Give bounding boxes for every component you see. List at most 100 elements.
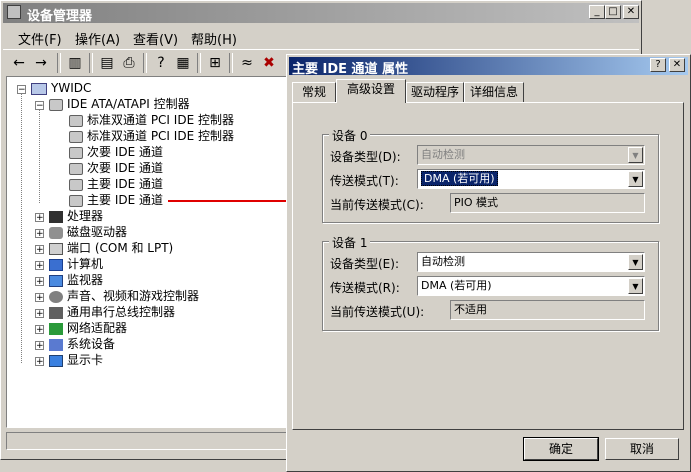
tab-general[interactable]: 常规: [292, 82, 336, 102]
tree-item-label: 次要 IDE 通道: [87, 145, 163, 159]
device-manager-title: 设备管理器: [27, 9, 93, 24]
help-button[interactable]: ?: [650, 58, 666, 72]
tree-category-ports[interactable]: 端口 (COM 和 LPT): [49, 240, 173, 256]
tree-item-ide-pci-2[interactable]: 标准双通道 PCI IDE 控制器: [69, 128, 234, 144]
view-icon[interactable]: ▦: [173, 53, 193, 73]
tree-category-usb[interactable]: 通用串行总线控制器: [49, 304, 175, 320]
tree-category-display[interactable]: 显示卡: [49, 352, 103, 368]
disk-drive-icon: [49, 226, 63, 239]
expand-root-toggle[interactable]: −: [17, 85, 26, 95]
device-manager-app-icon: [7, 5, 21, 19]
ide-channel-icon: [69, 114, 83, 127]
menu-action[interactable]: 操作(A): [75, 29, 120, 48]
ok-button[interactable]: 确定: [523, 437, 599, 461]
tree-root[interactable]: YWIDC: [31, 80, 91, 96]
tree-item-secondary-1[interactable]: 次要 IDE 通道: [69, 144, 163, 160]
expand-ide-toggle[interactable]: −: [35, 101, 44, 111]
tree-category-sound[interactable]: 声音、视频和游戏控制器: [49, 288, 199, 304]
tree-category-label: 计算机: [67, 257, 104, 271]
device1-mode-label: 传送模式(R):: [330, 281, 400, 295]
expand-toggle[interactable]: +: [35, 293, 44, 303]
device1-current-value: 不适用: [450, 300, 645, 320]
chevron-down-icon[interactable]: ▼: [628, 254, 643, 270]
expand-toggle[interactable]: +: [35, 357, 44, 367]
cancel-button[interactable]: 取消: [605, 438, 679, 460]
tree-item-label: 主要 IDE 通道: [87, 177, 163, 191]
tree-item-label: 标准双通道 PCI IDE 控制器: [87, 129, 234, 143]
tree-item-label: 主要 IDE 通道: [87, 193, 163, 207]
tree-category-monitor[interactable]: 监视器: [49, 272, 103, 288]
tab-advanced[interactable]: 高级设置: [336, 79, 406, 103]
usb-icon: [49, 306, 63, 319]
tree-item-primary-1[interactable]: 主要 IDE 通道: [69, 176, 163, 192]
ide-channel-icon: [69, 146, 83, 159]
tree-category-ide[interactable]: IDE ATA/ATAPI 控制器: [49, 96, 190, 112]
expand-toggle[interactable]: +: [35, 341, 44, 351]
dialog-title: 主要 IDE 通道 属性: [292, 62, 409, 77]
minimize-button[interactable]: _: [589, 5, 605, 19]
forward-arrow-icon[interactable]: →: [31, 53, 51, 73]
expand-toggle[interactable]: +: [35, 229, 44, 239]
tree-item-primary-2[interactable]: 主要 IDE 通道: [69, 192, 163, 208]
computer-icon: [31, 82, 47, 95]
tree-category-label: IDE ATA/ATAPI 控制器: [67, 97, 190, 111]
device0-group-label: 设备 0: [329, 127, 371, 144]
menu-view[interactable]: 查看(V): [133, 29, 178, 48]
computer-icon: [49, 258, 63, 271]
expand-toggle[interactable]: +: [35, 213, 44, 223]
tree-category-computer[interactable]: 计算机: [49, 256, 103, 272]
back-arrow-icon[interactable]: ←: [9, 53, 29, 73]
dialog-title-bar[interactable]: 主要 IDE 通道 属性 ? ✕: [289, 57, 688, 77]
device1-type-label: 设备类型(E):: [330, 257, 399, 271]
tree-category-label: 显示卡: [67, 353, 104, 367]
system-device-icon: [49, 338, 63, 351]
device0-type-value: 自动检测: [421, 148, 465, 161]
show-hide-tree-icon[interactable]: ▥: [65, 53, 85, 73]
device1-mode-value: DMA (若可用): [421, 279, 492, 292]
tab-driver[interactable]: 驱动程序: [406, 82, 464, 102]
expand-toggle[interactable]: +: [35, 309, 44, 319]
menu-help[interactable]: 帮助(H): [191, 29, 237, 48]
help-icon[interactable]: ?: [151, 53, 171, 73]
tree-category-network[interactable]: 网络适配器: [49, 320, 127, 336]
device1-mode-select[interactable]: DMA (若可用) ▼: [417, 276, 645, 296]
chevron-down-icon[interactable]: ▼: [628, 278, 643, 294]
expand-toggle[interactable]: +: [35, 245, 44, 255]
expand-toggle[interactable]: +: [35, 261, 44, 271]
update-driver-icon[interactable]: ≈: [237, 53, 257, 73]
tree-category-label: 系统设备: [67, 337, 116, 351]
scan-hardware-icon[interactable]: ⊞: [205, 53, 225, 73]
device1-current-label: 当前传送模式(U):: [330, 305, 425, 319]
close-button[interactable]: ✕: [623, 5, 639, 19]
tree-category-label: 通用串行总线控制器: [67, 305, 176, 319]
device-manager-title-bar[interactable]: 设备管理器 _ □ ✕: [3, 3, 639, 24]
tree-category-system[interactable]: 系统设备: [49, 336, 115, 352]
maximize-button[interactable]: □: [605, 5, 621, 19]
device0-mode-select[interactable]: DMA (若可用) ▼: [417, 169, 645, 189]
ide-controller-icon: [49, 98, 63, 111]
device0-type-select: 自动检测 ▼: [417, 145, 645, 165]
device1-type-select[interactable]: 自动检测 ▼: [417, 252, 645, 272]
expand-toggle[interactable]: +: [35, 325, 44, 335]
dialog-close-button[interactable]: ✕: [669, 58, 685, 72]
device0-mode-label: 传送模式(T):: [330, 174, 399, 188]
tree-item-label: 次要 IDE 通道: [87, 161, 163, 175]
expand-toggle[interactable]: +: [35, 277, 44, 287]
tree-root-label: YWIDC: [51, 81, 92, 95]
device0-type-label: 设备类型(D):: [330, 150, 401, 164]
tree-item-secondary-2[interactable]: 次要 IDE 通道: [69, 160, 163, 176]
properties-icon[interactable]: ▤: [97, 53, 117, 73]
chevron-down-icon[interactable]: ▼: [628, 171, 643, 187]
device1-type-value: 自动检测: [421, 255, 465, 268]
display-adapter-icon: [49, 354, 63, 367]
tree-category-processor[interactable]: 处理器: [49, 208, 103, 224]
tree-item-ide-pci-1[interactable]: 标准双通道 PCI IDE 控制器: [69, 112, 234, 128]
uninstall-icon[interactable]: ✖: [259, 53, 279, 73]
tab-details[interactable]: 详细信息: [464, 82, 524, 102]
tree-category-disk[interactable]: 磁盘驱动器: [49, 224, 127, 240]
sound-icon: [49, 290, 63, 303]
menu-file[interactable]: 文件(F): [18, 29, 62, 48]
ide-channel-icon: [69, 194, 83, 207]
print-icon[interactable]: ⎙: [119, 53, 139, 73]
port-icon: [49, 242, 63, 255]
